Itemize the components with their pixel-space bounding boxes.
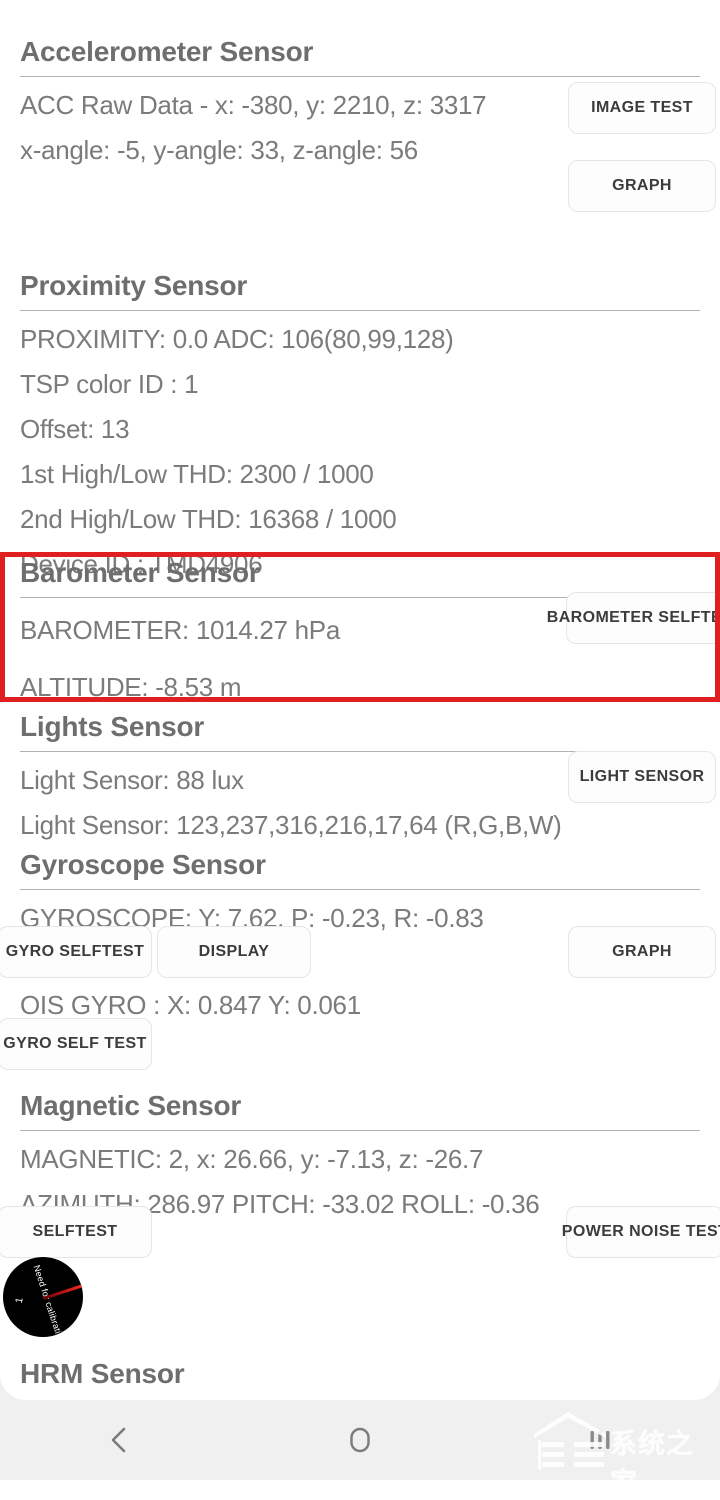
section-hrm: HRM Sensor: [0, 1358, 720, 1398]
light-rgbw-line: Light Sensor: 123,237,316,216,17,64 (R,G…: [20, 810, 562, 840]
gyro-selftest-button[interactable]: GYRO SELFTEST: [0, 926, 152, 978]
first-thd-line: 1st High/Low THD: 2300 / 1000: [20, 459, 374, 489]
barometer-altitude-line: ALTITUDE: -8.53 m: [20, 672, 242, 702]
app-content-surface: Accelerometer Sensor ACC Raw Data - x: -…: [0, 0, 720, 1400]
recent-apps-bars-icon: [590, 1431, 610, 1449]
power-noise-test-button[interactable]: POWER NOISE TEST: [562, 1206, 720, 1258]
back-chevron-icon: [111, 1427, 126, 1453]
section-title-gyroscope: Gyroscope Sensor: [20, 849, 266, 880]
home-rounded-square-icon: [350, 1427, 370, 1453]
gyro-graph-button[interactable]: GRAPH: [568, 926, 716, 978]
second-thd-line: 2nd High/Low THD: 16368 / 1000: [20, 504, 397, 534]
ois-gyro-self-test-button[interactable]: GYRO SELF TEST: [0, 1018, 152, 1070]
gyro-display-button[interactable]: DISPLAY: [157, 926, 311, 978]
offset-line: Offset: 13: [20, 414, 130, 444]
nav-home-button[interactable]: [240, 1400, 480, 1480]
sensor-list-scroll-area[interactable]: Accelerometer Sensor ACC Raw Data - x: -…: [0, 0, 720, 1400]
nav-recents-button[interactable]: [480, 1400, 720, 1480]
light-sensor-button[interactable]: LIGHT SENSOR: [568, 751, 716, 803]
nav-back-button[interactable]: [0, 1400, 240, 1480]
image-test-button[interactable]: IMAGE TEST: [568, 82, 716, 134]
compass-tick-label: 1: [13, 1296, 26, 1305]
proximity-adc-line: PROXIMITY: 0.0 ADC: 106(80,99,128): [20, 324, 454, 354]
section-title-proximity: Proximity Sensor: [20, 270, 248, 301]
section-title-accelerometer: Accelerometer Sensor: [20, 36, 314, 67]
compass-calibration-text: Need for calibration: [31, 1263, 67, 1337]
android-navigation-bar: [0, 1400, 720, 1480]
section-title-barometer: Barometer Sensor: [20, 557, 260, 588]
magnetic-xyz-line: MAGNETIC: 2, x: 26.66, y: -7.13, z: -26.…: [20, 1144, 484, 1174]
section-title-hrm: HRM Sensor: [20, 1358, 185, 1389]
section-title-magnetic: Magnetic Sensor: [20, 1090, 242, 1121]
accelerometer-graph-button[interactable]: GRAPH: [568, 160, 716, 212]
section-title-lights: Lights Sensor: [20, 711, 205, 742]
magnetic-compass-dial[interactable]: Need for calibration 1: [3, 1257, 83, 1337]
barometer-selftest-button[interactable]: BAROMETER SELFTEST: [547, 592, 720, 644]
magnetic-selftest-button[interactable]: SELFTEST: [0, 1206, 152, 1258]
tsp-color-id-line: TSP color ID : 1: [20, 369, 199, 399]
section-proximity: Proximity Sensor PROXIMITY: 0.0 ADC: 106…: [0, 270, 720, 587]
